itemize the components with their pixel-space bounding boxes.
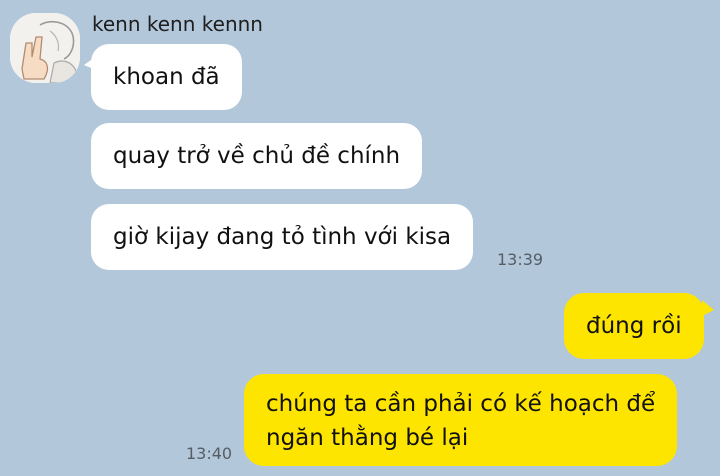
sender-avatar[interactable] bbox=[10, 13, 80, 83]
message-text: giờ kijay đang tỏ tình với kisa bbox=[113, 224, 452, 250]
incoming-message[interactable]: quay trở về chủ đề chính bbox=[91, 123, 423, 189]
outgoing-message[interactable]: chúng ta cần phải có kế hoạch để ngăn th… bbox=[244, 374, 678, 466]
message-text-line: chúng ta cần phải có kế hoạch để bbox=[266, 391, 656, 417]
message-timestamp: 13:40 bbox=[186, 444, 233, 463]
message-text: khoan đã bbox=[113, 64, 220, 90]
message-text: quay trở về chủ đề chính bbox=[113, 143, 401, 169]
message-timestamp: 13:39 bbox=[497, 250, 544, 269]
message-text: đúng rồi bbox=[586, 313, 682, 339]
message-text-line: ngăn thằng bé lại bbox=[266, 425, 469, 451]
profile-sketch-icon bbox=[10, 13, 80, 83]
sender-name: kenn kenn kennn bbox=[92, 12, 263, 36]
outgoing-bubble-tail bbox=[702, 300, 714, 316]
incoming-message[interactable]: khoan đã bbox=[91, 44, 242, 110]
incoming-message[interactable]: giờ kijay đang tỏ tình với kisa bbox=[91, 204, 474, 270]
outgoing-message[interactable]: đúng rồi bbox=[564, 293, 704, 359]
